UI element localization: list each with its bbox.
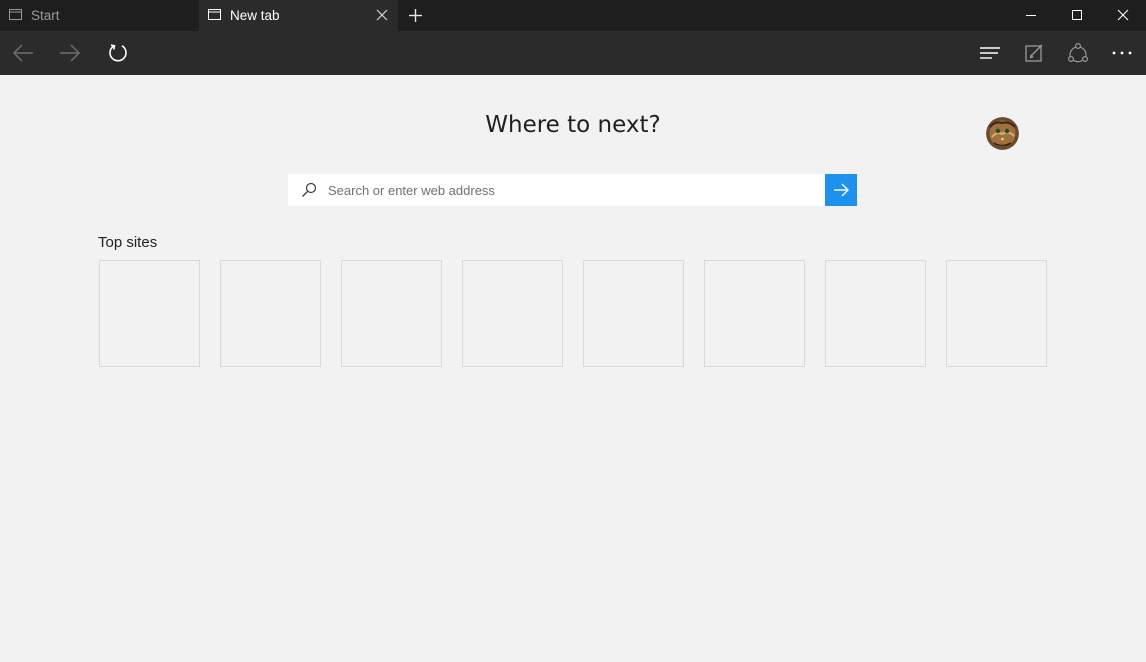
avatar[interactable] (986, 117, 1019, 150)
top-site-tile[interactable] (704, 260, 805, 367)
top-site-tile[interactable] (946, 260, 1047, 367)
pen-note-icon (1025, 44, 1043, 62)
back-button[interactable] (0, 31, 46, 75)
hub-icon (980, 47, 1000, 59)
new-tab-page: Where to next? Top sites (0, 75, 1146, 662)
more-dots-icon (1112, 51, 1132, 55)
profile-photo-icon (986, 117, 1019, 150)
search-input[interactable] (328, 174, 808, 206)
arrow-right-icon (834, 183, 849, 197)
tab-start[interactable]: Start (0, 0, 199, 31)
tab-strip: Start New tab (0, 0, 1146, 31)
top-site-tile[interactable] (220, 260, 321, 367)
tab-label: New tab (230, 8, 280, 23)
tab-page-icon (9, 9, 22, 20)
forward-button[interactable] (47, 31, 93, 75)
maximize-icon (1072, 10, 1082, 20)
search-icon (302, 182, 317, 197)
minimize-icon (1026, 15, 1036, 16)
window-close-button[interactable] (1100, 0, 1146, 31)
top-site-tile[interactable] (462, 260, 563, 367)
web-note-button[interactable] (1011, 31, 1057, 75)
top-site-tile[interactable] (341, 260, 442, 367)
navigation-toolbar (0, 31, 1146, 75)
page-headline: Where to next? (485, 112, 661, 138)
search-box (288, 174, 825, 206)
more-button[interactable] (1099, 31, 1145, 75)
share-icon (1067, 42, 1089, 63)
top-site-tile[interactable] (99, 260, 200, 367)
plus-icon[interactable] (408, 8, 423, 23)
top-sites-heading: Top sites (98, 234, 158, 251)
close-icon (1117, 9, 1129, 21)
tab-new-tab[interactable]: New tab (199, 0, 398, 31)
arrow-right-icon (60, 44, 81, 62)
hub-button[interactable] (966, 31, 1012, 75)
refresh-icon (109, 44, 127, 62)
refresh-button[interactable] (95, 31, 141, 75)
arrow-left-icon (12, 44, 33, 62)
tab-label: Start (31, 8, 60, 23)
tab-page-icon (208, 9, 221, 20)
maximize-button[interactable] (1054, 0, 1100, 31)
share-button[interactable] (1055, 31, 1101, 75)
top-site-tile[interactable] (583, 260, 684, 367)
minimize-button[interactable] (1008, 0, 1054, 31)
search-go-button[interactable] (825, 174, 857, 206)
close-icon[interactable] (376, 9, 388, 21)
top-site-tile[interactable] (825, 260, 926, 367)
